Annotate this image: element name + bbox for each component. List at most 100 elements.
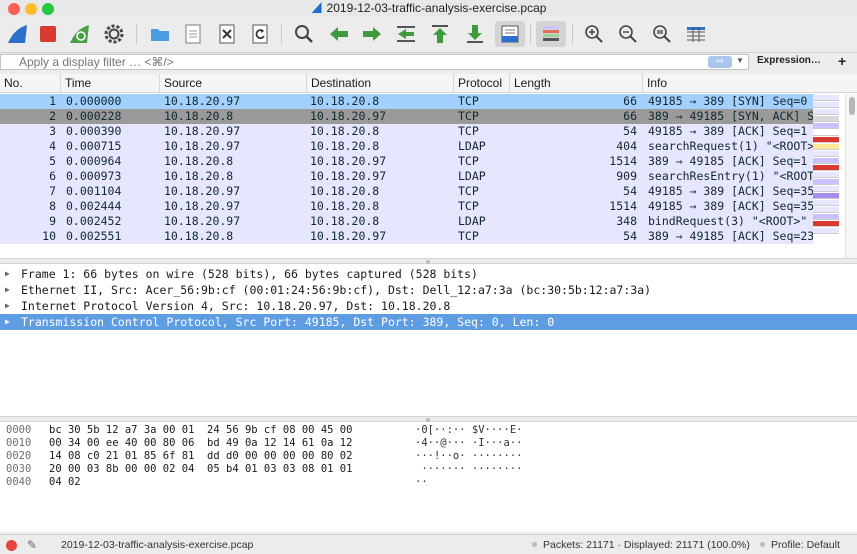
go-last-packet-button[interactable] [462,21,488,47]
packet-cell-info: searchRequest(1) "<ROOT>" [648,139,814,153]
hex-ascii[interactable]: ···!··o· ········ [415,450,522,463]
packet-cell-len: 1514 [609,199,637,213]
status-file-name: 2019-12-03-traffic-analysis-exercise.pca… [61,539,254,551]
hex-bytes[interactable]: 04 02 [49,476,81,489]
close-file-button[interactable] [214,21,240,47]
restart-capture-button[interactable] [66,21,92,47]
packet-row[interactable]: 4 0.000715 10.18.20.97 10.18.20.8 LDAP 404 sea… [0,139,814,154]
stop-capture-button[interactable] [35,21,61,47]
column-header-info[interactable]: Info [642,74,857,93]
go-back-button[interactable] [326,21,352,47]
go-to-packet-button[interactable] [393,21,419,47]
minimap-stripe [813,102,839,108]
hex-bytes[interactable]: 14 08 c0 21 01 85 6f 81 dd d0 00 00 00 0… [49,450,352,463]
apply-filter-button[interactable]: ⇨ [708,56,732,68]
packet-cell-no: 6 [49,169,56,183]
packet-cell-info: 49185 → 389 [ACK] Seq=35 [648,199,814,213]
capture-options-button[interactable] [101,21,127,47]
packet-row[interactable]: 10 0.002551 10.18.20.8 10.18.20.97 TCP 54 389 … [0,229,814,244]
packet-cell-time: 0.000964 [66,154,122,168]
hex-ascii[interactable]: ·0[··:·· $V····E· [415,424,522,437]
packet-cell-len: 54 [623,184,637,198]
start-capture-button[interactable] [4,21,30,47]
hex-ascii[interactable]: ······· ········ [415,463,522,476]
colorize-button[interactable] [536,21,566,47]
expression-button[interactable]: Expression… [757,55,821,66]
filter-history-dropdown-icon[interactable]: ▼ [736,56,744,65]
resize-columns-button[interactable] [683,21,709,47]
detail-tree-row[interactable]: ▶ Transmission Control Protocol, Src Port… [0,314,857,330]
go-first-packet-button[interactable] [427,21,453,47]
packet-cell-no: 2 [49,109,56,123]
detail-tree-row[interactable]: ▶ Ethernet II, Src: Acer_56:9b:cf (00:01:… [0,282,857,298]
find-packet-button[interactable] [291,21,317,47]
open-file-button[interactable] [147,21,173,47]
packet-cell-info: bindRequest(3) "<ROOT>" [648,214,808,228]
detail-tree-row[interactable]: ▶ Frame 1: 66 bytes on wire (528 bits), 6… [0,266,857,282]
status-dot-icon [532,542,537,547]
packet-cell-proto: TCP [458,109,479,123]
packet-row[interactable]: 1 0.000000 10.18.20.97 10.18.20.8 TCP 66 49185… [0,94,814,109]
hex-ascii[interactable]: ·· [415,476,428,489]
packet-row[interactable]: 8 0.002444 10.18.20.97 10.18.20.8 TCP 1514 491… [0,199,814,214]
close-file-icon [219,24,235,44]
packet-cell-dst: 10.18.20.8 [310,94,380,108]
hex-dump-row: 0000 bc 30 5b 12 a7 3a 00 01 24 56 9b cf … [0,424,857,437]
hex-bytes[interactable]: 20 00 03 8b 00 00 02 04 05 b4 01 03 03 0… [49,463,352,476]
hex-bytes[interactable]: 00 34 00 ee 40 00 80 06 bd 49 0a 12 14 6… [49,437,352,450]
packet-cell-time: 0.000000 [66,94,122,108]
packet-minimap[interactable] [813,95,843,259]
packet-cell-time: 0.000228 [66,109,122,123]
column-header-time[interactable]: Time [60,74,159,93]
expand-arrow-icon[interactable]: ▶ [5,314,10,330]
packet-cell-no: 1 [49,94,56,108]
packet-row[interactable]: 6 0.000973 10.18.20.8 10.18.20.97 LDAP 909 sea… [0,169,814,184]
packet-cell-proto: TCP [458,94,479,108]
expand-arrow-icon[interactable]: ▶ [5,266,10,282]
expand-arrow-icon[interactable]: ▶ [5,282,10,298]
packet-cell-no: 5 [49,154,56,168]
packet-row[interactable]: 3 0.000390 10.18.20.97 10.18.20.8 TCP 54 49185… [0,124,814,139]
reload-file-button[interactable] [247,21,273,47]
hex-bytes[interactable]: bc 30 5b 12 a7 3a 00 01 24 56 9b cf 08 0… [49,424,352,437]
add-filter-button[interactable]: + [838,53,846,69]
minimap-stripe [813,130,839,136]
capture-comment-icon[interactable]: ✎ [27,535,37,554]
column-header-protocol[interactable]: Protocol [453,74,509,93]
display-filter-input[interactable] [0,54,749,70]
column-header-source[interactable]: Source [159,74,306,93]
hex-ascii[interactable]: ·4··@··· ·I···a·· [415,437,522,450]
status-profile[interactable]: Profile: Default [760,535,840,554]
start-capture-icon [8,25,27,43]
detail-tree-row[interactable]: ▶ Internet Protocol Version 4, Src: 10.18… [0,298,857,314]
go-forward-button[interactable] [359,21,385,47]
packet-details: ▶ Frame 1: 66 bytes on wire (528 bits), 6… [0,264,857,416]
resize-columns-icon [687,27,705,42]
packet-row[interactable]: 7 0.001104 10.18.20.97 10.18.20.8 TCP 54 49185… [0,184,814,199]
packet-list-scroll-thumb[interactable] [849,97,855,115]
expand-arrow-icon[interactable]: ▶ [5,298,10,314]
normal-size-button[interactable] [649,21,675,47]
packet-cell-len: 66 [623,109,637,123]
packet-cell-src: 10.18.20.97 [164,139,241,153]
packet-list-scrollbar[interactable] [845,94,857,258]
packet-cell-src: 10.18.20.97 [164,94,241,108]
packet-row[interactable]: 2 0.000228 10.18.20.8 10.18.20.97 TCP 66 389 →… [0,109,814,124]
expert-info-icon[interactable] [6,540,17,551]
go-to-packet-icon [397,26,415,42]
packet-row[interactable]: 5 0.000964 10.18.20.8 10.18.20.97 TCP 1514 389… [0,154,814,169]
packet-row[interactable]: 9 0.002452 10.18.20.97 10.18.20.8 LDAP 348 bin… [0,214,814,229]
autoscroll-button[interactable] [495,21,525,47]
column-header-length[interactable]: Length [509,74,642,93]
packet-cell-time: 0.000715 [66,139,122,153]
zoom-in-button[interactable] [581,21,607,47]
zoom-out-button[interactable] [615,21,641,47]
column-header-no[interactable]: No. [0,74,60,93]
packet-cell-dst: 10.18.20.97 [310,169,387,183]
column-header-destination[interactable]: Destination [306,74,453,93]
minimap-stripe [813,95,839,101]
packet-cell-dst: 10.18.20.8 [310,214,380,228]
packet-cell-src: 10.18.20.8 [164,154,234,168]
save-file-button[interactable] [180,21,206,47]
minimap-stripe [813,179,839,185]
